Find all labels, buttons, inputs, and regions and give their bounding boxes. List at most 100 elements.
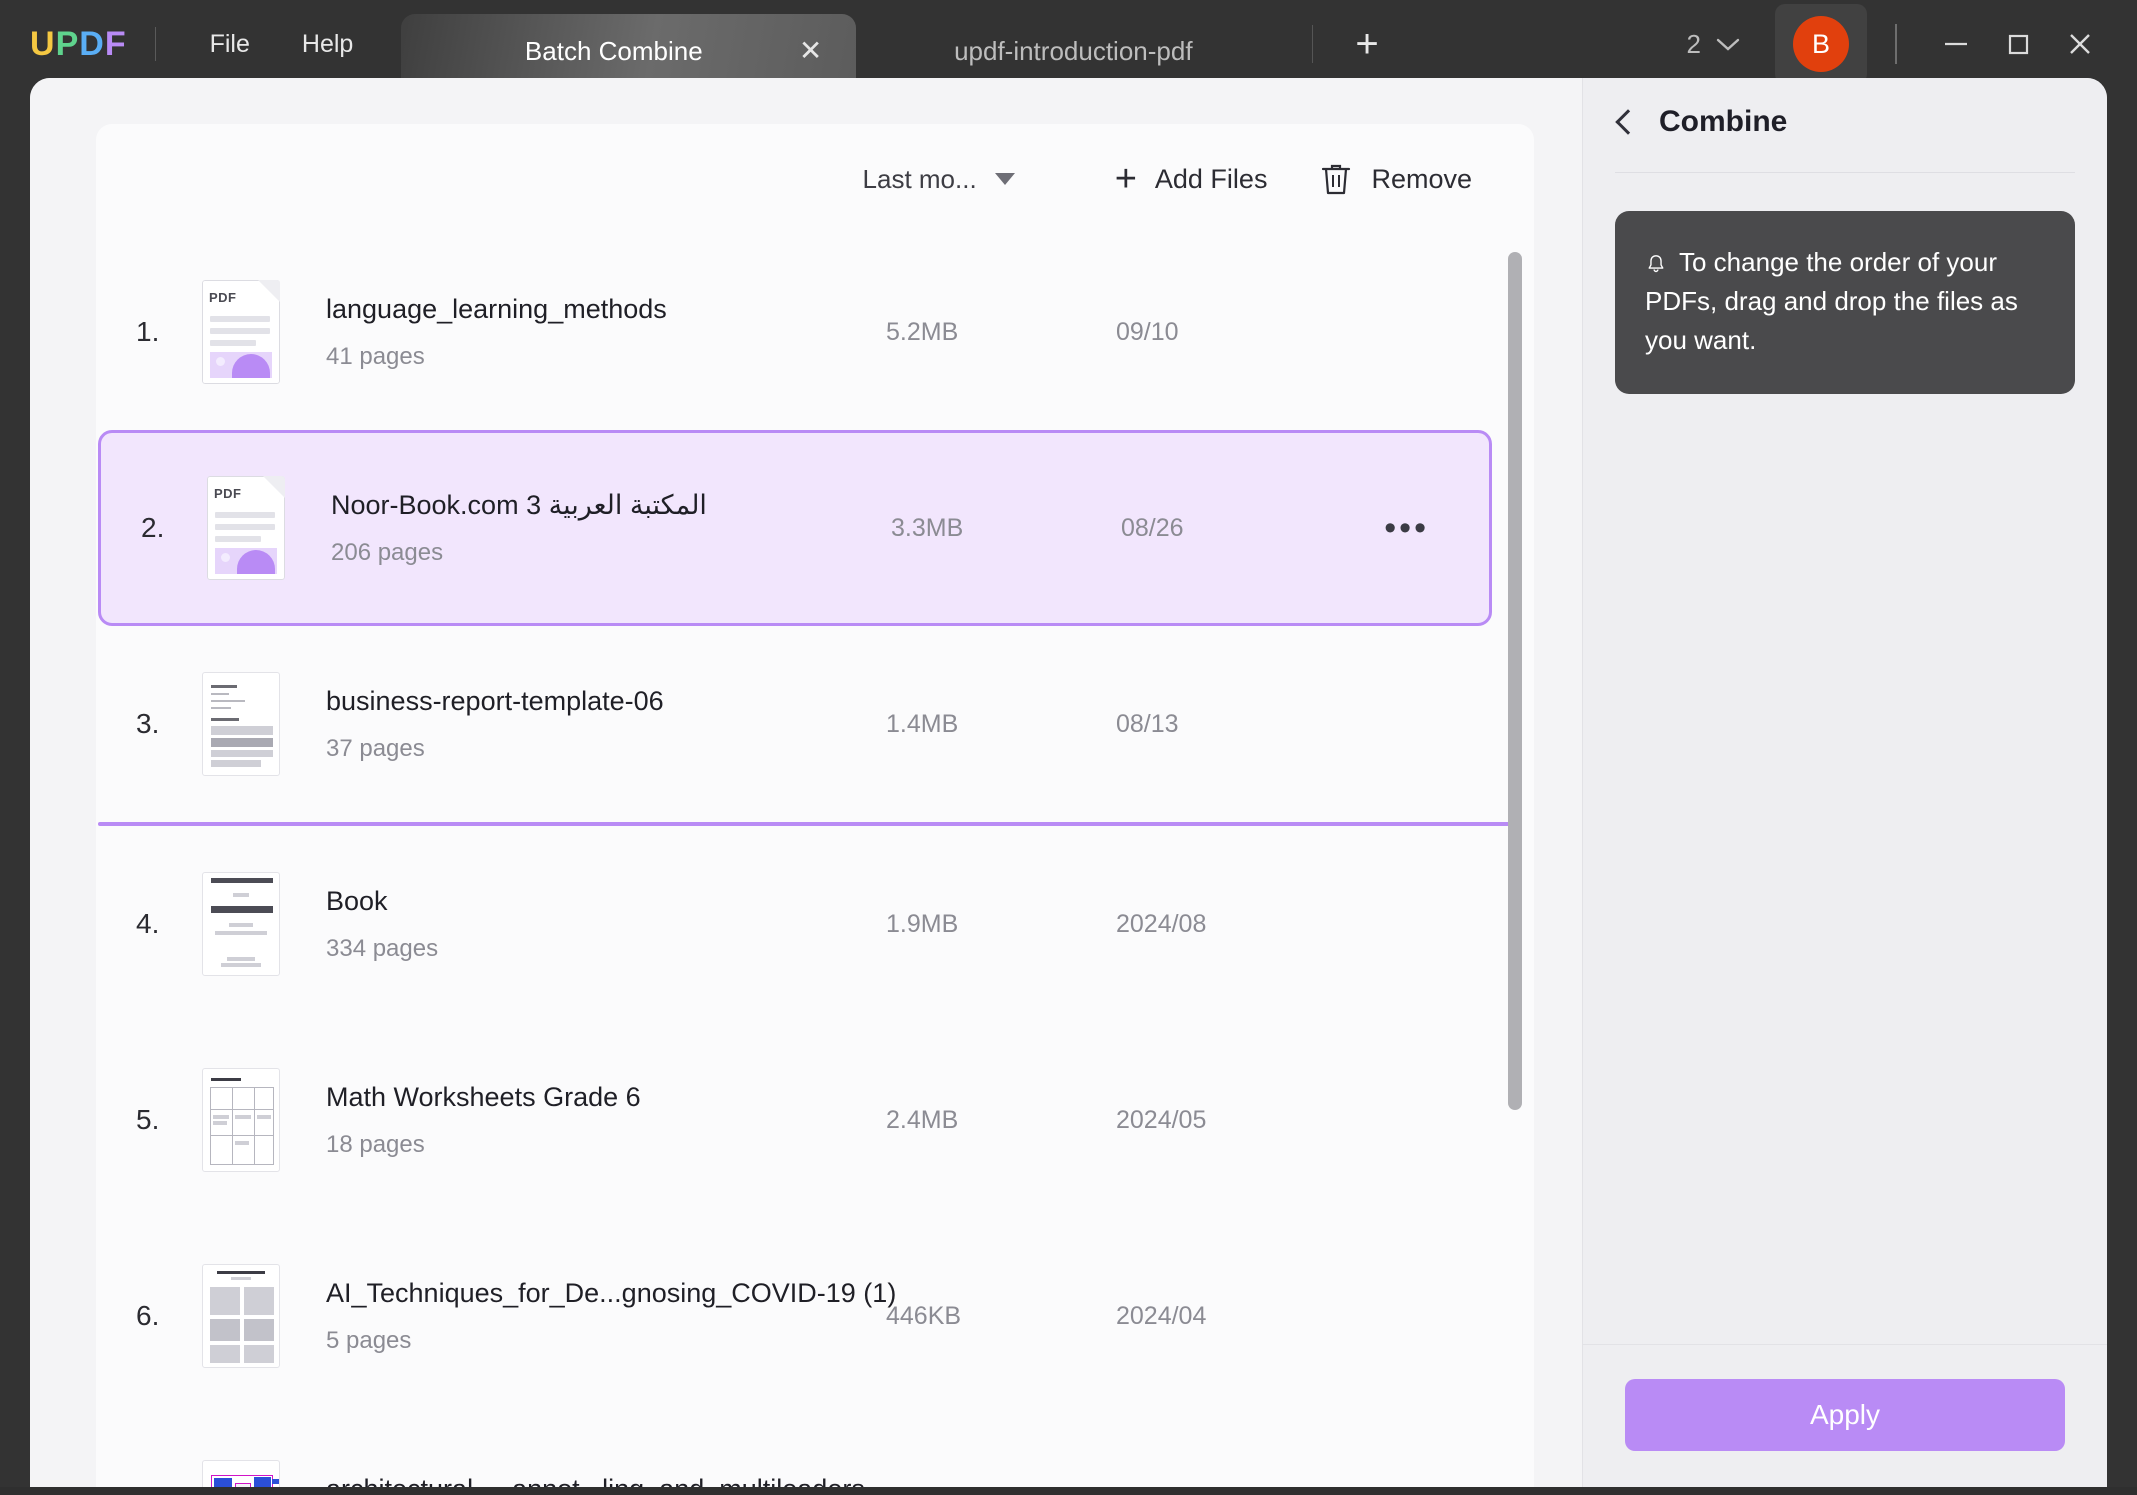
file-date: 08/13	[1116, 709, 1179, 738]
title-bar: U P D F File Help Batch Combine ✕ updf-i…	[0, 0, 2137, 88]
apply-button[interactable]: Apply	[1625, 1379, 2065, 1451]
file-size: 3.3MB	[891, 513, 964, 542]
row-index: 1.	[136, 316, 160, 347]
combine-panel-spacer	[1583, 394, 2107, 1344]
file-info: business-report-template-06 37 pages	[326, 686, 886, 763]
file-list-scrollbar[interactable]	[1508, 252, 1522, 1442]
row-index: 6.	[136, 1300, 160, 1331]
tab-count-dropdown[interactable]: 2	[1669, 29, 1759, 60]
file-info: AI_Techniques_for_De...gnosing_COVID-19 …	[326, 1277, 897, 1355]
combine-panel-title: Combine	[1659, 105, 1788, 138]
file-size: 5.2MB	[886, 317, 959, 346]
avatar: B	[1793, 16, 1849, 72]
file-name: Noor-Book.com المكتبة العربية 3	[331, 489, 707, 520]
file-size: 1.4MB	[886, 709, 959, 738]
file-name: AI_Techniques_for_De...gnosing_COVID-19 …	[326, 1277, 897, 1308]
minimize-icon	[1945, 42, 1967, 46]
combine-panel-footer: Apply	[1583, 1344, 2107, 1495]
file-pages: 37 pages	[326, 734, 425, 762]
file-name: Book	[326, 885, 388, 916]
file-name: business-report-template-06	[326, 685, 664, 716]
file-name: language_learning_methods	[326, 293, 667, 324]
file-date: 2024/05	[1116, 1105, 1207, 1134]
combine-panel-divider	[1615, 172, 2075, 173]
file-info: Noor-Book.com المكتبة العربية 3 206 page…	[331, 490, 891, 567]
titlebar-right-controls: 2 B	[1669, 4, 2137, 84]
sort-dropdown[interactable]: Last mo...	[863, 164, 1015, 195]
file-list-scrollbar-thumb[interactable]	[1508, 252, 1522, 1110]
file-info: Math Worksheets Grade 6 18 pages	[326, 1082, 886, 1159]
file-date: 2024/08	[1116, 909, 1207, 938]
add-files-label: Add Files	[1154, 163, 1268, 194]
bell-icon	[1648, 255, 1664, 273]
file-row-2[interactable]: 2. PDF Noor-Book.com المكتبة العربية 3 2…	[98, 430, 1492, 626]
close-icon[interactable]: ✕	[799, 37, 822, 65]
window-close-button[interactable]	[2049, 13, 2111, 75]
window-close-icon	[2070, 34, 2090, 54]
file-date: 09/10	[1116, 317, 1179, 346]
file-pages: 41 pages	[326, 342, 425, 370]
file-row-6[interactable]: 6. AI_Techniques_for_De...gnosing_COVID-…	[96, 1218, 1534, 1414]
maximize-button[interactable]	[1987, 13, 2049, 75]
file-pages: 334 pages	[326, 934, 439, 962]
file-pages: 18 pages	[326, 1130, 425, 1158]
file-thumbnail	[202, 672, 280, 776]
trash-icon	[1322, 164, 1351, 195]
file-size: 446KB	[886, 1301, 962, 1330]
chevron-down-icon	[1716, 38, 1740, 51]
file-thumbnail: PDF	[207, 476, 285, 580]
logo-letter-p: P	[55, 24, 80, 63]
app-body: Last mo... + Add Files Remove 1. PDF lan…	[30, 78, 2107, 1495]
minimize-button[interactable]	[1925, 13, 1987, 75]
file-row-7[interactable]: 7. architect	[96, 1414, 1534, 1495]
logo-letter-d: D	[79, 24, 105, 63]
file-info: Book 334 pages	[326, 886, 886, 963]
file-name: Math Worksheets Grade 6	[326, 1081, 641, 1112]
file-size: 2.4MB	[886, 1105, 959, 1134]
chevron-down-icon	[994, 173, 1015, 185]
plus-icon: +	[1114, 158, 1137, 200]
file-row-4[interactable]: 4. Book 334 pages 1.9MB 2024/08	[96, 826, 1534, 1022]
file-thumbnail	[202, 1264, 280, 1368]
account-button[interactable]: B	[1775, 4, 1867, 84]
reorder-tip-text: To change the order of your PDFs, drag a…	[1645, 247, 2018, 355]
file-list-toolbar: Last mo... + Add Files Remove	[96, 124, 1534, 234]
file-row-3[interactable]: 3. business-report-template-06 37 pages …	[96, 626, 1534, 822]
file-list-scroll-region[interactable]: 1. PDF language_learning_methods 41 page…	[96, 234, 1534, 1495]
combine-panel-header: Combine	[1583, 78, 2107, 166]
tab-batch-combine-label: Batch Combine	[524, 35, 703, 66]
main-content: Last mo... + Add Files Remove 1. PDF lan…	[30, 78, 1582, 1495]
tab-batch-combine[interactable]: Batch Combine ✕	[401, 14, 857, 88]
menu-file[interactable]: File	[184, 22, 276, 67]
new-tab-button[interactable]: +	[1327, 24, 1406, 64]
window-controls-divider	[1895, 24, 1897, 64]
row-index: 2.	[141, 512, 165, 543]
titlebar-divider	[154, 27, 156, 61]
file-pages: 5 pages	[326, 1326, 412, 1354]
file-info: language_learning_methods 41 pages	[326, 294, 886, 371]
file-thumbnail: PDF	[202, 280, 280, 384]
row-index: 4.	[136, 908, 160, 939]
row-more-menu-button[interactable]: •••	[1384, 511, 1429, 545]
logo-letter-u: U	[30, 24, 56, 63]
remove-label: Remove	[1371, 163, 1472, 194]
file-thumbnail	[202, 1068, 280, 1172]
menu-help[interactable]: Help	[276, 22, 379, 67]
updf-logo: U P D F	[30, 25, 127, 64]
sort-dropdown-label: Last mo...	[862, 163, 977, 194]
file-row-5[interactable]: 5. Math Worksheets Grade 6 18 pages 2.4M…	[96, 1022, 1534, 1218]
file-date: 08/26	[1121, 513, 1184, 542]
tab-count-value: 2	[1686, 28, 1701, 59]
row-index: 5.	[136, 1104, 160, 1135]
os-taskbar	[0, 1487, 2137, 1495]
tab-updf-introduction-pdf[interactable]: updf-introduction-pdf	[878, 14, 1298, 88]
remove-button[interactable]: Remove	[1319, 161, 1472, 197]
file-thumbnail	[202, 872, 280, 976]
file-date: 2024/04	[1116, 1301, 1207, 1330]
tab-updf-introduction-pdf-label: updf-introduction-pdf	[954, 35, 1193, 66]
chevron-left-icon[interactable]	[1615, 109, 1641, 135]
file-list-card: Last mo... + Add Files Remove 1. PDF lan…	[96, 124, 1534, 1495]
add-files-button[interactable]: + Add Files	[1115, 160, 1268, 198]
row-index: 3.	[136, 708, 160, 739]
file-row-1[interactable]: 1. PDF language_learning_methods 41 page…	[96, 234, 1534, 430]
